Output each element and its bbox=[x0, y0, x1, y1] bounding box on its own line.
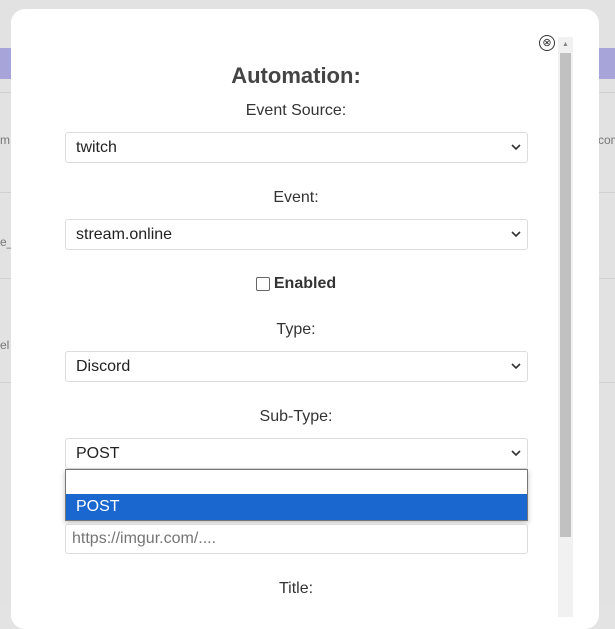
event-value: stream.online bbox=[76, 225, 173, 243]
close-icon[interactable]: ⊗ bbox=[539, 35, 555, 51]
subtype-dropdown-list: POST bbox=[65, 469, 528, 521]
scrollbar-thumb[interactable] bbox=[560, 53, 571, 537]
background-text: com bbox=[598, 133, 615, 147]
enabled-label[interactable]: Enabled bbox=[274, 275, 336, 293]
url-input[interactable] bbox=[65, 524, 528, 554]
chevron-down-icon bbox=[511, 231, 521, 238]
chevron-down-icon bbox=[511, 450, 521, 457]
enabled-checkbox[interactable] bbox=[255, 277, 270, 291]
scroll-up-arrow-icon[interactable]: ▲ bbox=[558, 37, 573, 52]
subtype-label: Sub-Type: bbox=[259, 408, 333, 425]
subtype-option-empty[interactable] bbox=[66, 470, 527, 494]
title-label: Title: bbox=[278, 580, 314, 597]
event-source-select[interactable]: twitch bbox=[65, 132, 528, 163]
modal-title: Automation: bbox=[231, 63, 361, 88]
background-text: el bbox=[0, 338, 10, 352]
type-select[interactable]: Discord bbox=[65, 351, 528, 382]
chevron-down-icon bbox=[511, 363, 521, 370]
event-source-label: Event Source: bbox=[245, 102, 347, 119]
chevron-down-icon bbox=[511, 144, 521, 151]
enabled-row: Enabled bbox=[11, 275, 581, 293]
type-label: Type: bbox=[276, 321, 316, 338]
event-select[interactable]: stream.online bbox=[65, 219, 528, 250]
type-value: Discord bbox=[76, 357, 131, 375]
event-source-value: twitch bbox=[76, 138, 117, 156]
event-label: Event: bbox=[273, 189, 319, 206]
subtype-option-post[interactable]: POST bbox=[66, 494, 527, 520]
automation-modal: ⊗ ▲ Automation: Event Source: twitch Eve… bbox=[11, 9, 599, 629]
subtype-select[interactable]: POST bbox=[65, 438, 528, 469]
subtype-value: POST bbox=[76, 444, 120, 462]
